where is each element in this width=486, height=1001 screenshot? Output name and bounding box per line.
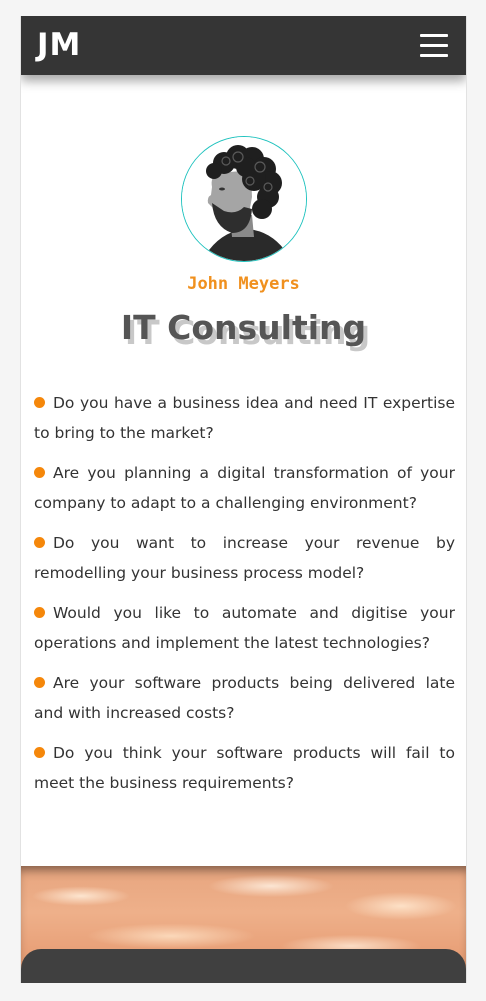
question-list: Do you have a business idea and need IT …	[34, 388, 455, 808]
person-name: John Meyers	[187, 274, 300, 294]
question-text: Are you planning a digital transformatio…	[34, 464, 455, 512]
list-item: Do you have a business idea and need IT …	[34, 388, 455, 448]
hamburger-menu-icon[interactable]	[420, 32, 448, 59]
list-item: Do you think your software products will…	[34, 738, 455, 798]
bullet-dot-icon	[34, 747, 45, 758]
avatar	[181, 136, 307, 262]
question-text: Do you have a business idea and need IT …	[34, 394, 455, 442]
question-text: Do you think your software products will…	[34, 744, 455, 792]
question-text: Are your software products being deliver…	[34, 674, 455, 722]
navbar: JM	[21, 16, 466, 75]
bullet-dot-icon	[34, 537, 45, 548]
list-item: Do you want to increase your revenue by …	[34, 528, 455, 588]
page-frame: JM John Meyers IT Consulting Do you have…	[20, 16, 467, 983]
list-item: Would you like to automate and digitise …	[34, 598, 455, 658]
question-text: Do you want to increase your revenue by …	[34, 534, 455, 582]
bullet-dot-icon	[34, 607, 45, 618]
question-text: Would you like to automate and digitise …	[34, 604, 455, 652]
list-item: Are your software products being deliver…	[34, 668, 455, 728]
page-title: IT Consulting	[120, 308, 367, 347]
bullet-dot-icon	[34, 397, 45, 408]
portrait-photo	[182, 137, 306, 261]
menu-bar	[420, 34, 448, 37]
bullet-dot-icon	[34, 467, 45, 478]
menu-bar	[420, 44, 448, 47]
banner-overlay-panel	[21, 949, 466, 983]
list-item: Are you planning a digital transformatio…	[34, 458, 455, 518]
menu-bar	[420, 54, 448, 57]
bullet-dot-icon	[34, 677, 45, 688]
site-logo[interactable]: JM	[37, 26, 81, 64]
